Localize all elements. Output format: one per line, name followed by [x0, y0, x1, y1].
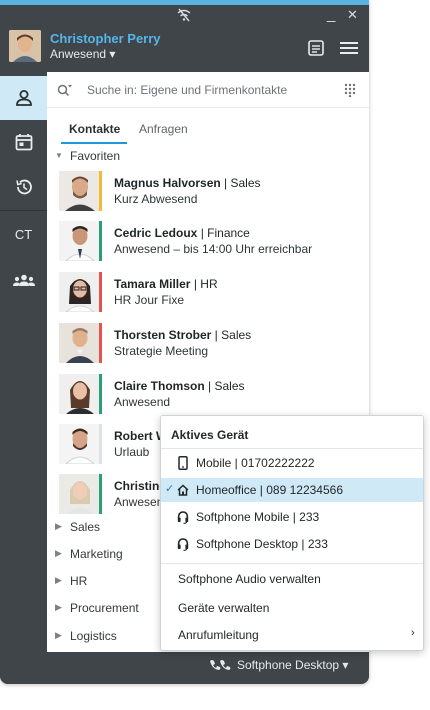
presence-bar — [99, 221, 102, 261]
manage-softphone-audio-item[interactable]: Softphone Audio verwalten — [178, 572, 321, 586]
menu-divider — [161, 563, 423, 564]
headset-icon — [177, 538, 189, 551]
notes-icon[interactable] — [307, 39, 325, 57]
tab-requests[interactable]: Anfragen — [139, 122, 188, 136]
device-label: Softphone Mobile | 233 — [196, 510, 320, 524]
submenu-arrow-icon: › — [411, 627, 415, 639]
contact-name: Christine — [114, 479, 167, 493]
device-menu-title: Aktives Gerät — [171, 428, 249, 442]
contact-status: Anwesend — [114, 395, 171, 409]
contact-status: Kurz Abwesend — [114, 192, 198, 206]
dialpad-icon[interactable] — [344, 83, 356, 97]
contact-name: Tamara Miller | HR — [114, 277, 218, 291]
contact-photo — [59, 374, 101, 414]
check-icon: ✓ — [165, 483, 175, 495]
device-label: Softphone Desktop | 233 — [196, 537, 328, 551]
device-menu: Aktives Gerät Mobile | 01702222222 ✓ Hom… — [160, 415, 424, 651]
call-forwarding-item[interactable]: Anrufumleitung — [178, 628, 259, 642]
rail-divider — [0, 210, 47, 211]
mobile-phone-icon — [178, 456, 188, 470]
device-label: Homeoffice | 089 12234566 — [196, 483, 344, 497]
contact-name: Cedric Ledoux | Finance — [114, 226, 250, 240]
presence-bar — [99, 374, 102, 414]
title-accent-stripe — [0, 0, 369, 5]
minimize-button[interactable]: _ — [327, 6, 335, 23]
calendar-icon — [15, 134, 32, 151]
rail-item-history[interactable] — [0, 165, 47, 209]
contact-photo — [59, 171, 101, 211]
group-label: HR — [70, 574, 88, 588]
history-icon — [15, 179, 32, 195]
chevron-right-icon: ▶ — [55, 521, 62, 531]
contact-name: Thorsten Strober | Sales — [114, 328, 252, 342]
headset-icon — [177, 511, 189, 524]
presence-bar — [99, 272, 102, 312]
contact-name: Magnus Halvorsen | Sales — [114, 176, 261, 190]
navigation-rail: CT — [0, 72, 47, 652]
search-input[interactable]: Suche in: Eigene und Firmenkontakte — [87, 83, 287, 97]
contact-photo — [59, 474, 101, 514]
presence-bar — [99, 323, 102, 363]
contact-status: Anwesen — [114, 495, 164, 509]
active-device-button[interactable]: Softphone Desktop ▾ — [209, 658, 348, 672]
chevron-right-icon: ▶ — [55, 602, 62, 612]
menu-divider — [161, 448, 423, 449]
group-icon — [12, 274, 35, 286]
chevron-right-icon: ▶ — [55, 548, 62, 558]
contact-row[interactable]: Cedric Ledoux | Finance Anwesend – bis 1… — [47, 219, 369, 269]
device-item-softphone-mobile[interactable]: Softphone Mobile | 233 — [161, 505, 423, 529]
active-tab-indicator — [61, 142, 127, 144]
rail-item-ct-label: CT — [14, 226, 33, 242]
presence-bar — [99, 474, 102, 514]
group-favorites[interactable]: ▼ Favoriten — [47, 148, 369, 168]
contact-photo — [59, 424, 101, 464]
contact-row[interactable]: Tamara Miller | HR HR Jour Fixe — [47, 270, 369, 320]
contact-row[interactable]: Thorsten Strober | Sales Strategie Meeti… — [47, 321, 369, 371]
contact-status: Anwesend – bis 14:00 Uhr erreichbar — [114, 242, 313, 256]
device-label: Mobile | 01702222222 — [196, 456, 315, 470]
user-name: Christopher Perry — [50, 31, 161, 46]
home-icon — [177, 484, 189, 496]
user-avatar[interactable] — [9, 30, 41, 62]
tab-contacts[interactable]: Kontakte — [69, 122, 120, 136]
menu-icon[interactable] — [340, 41, 358, 55]
group-label: Procurement — [70, 601, 139, 615]
group-label: Logistics — [70, 629, 117, 643]
manage-devices-item[interactable]: Geräte verwalten — [178, 601, 269, 615]
chevron-down-icon: ▼ — [55, 151, 63, 160]
person-icon — [15, 90, 32, 106]
presence-bar — [99, 424, 102, 464]
chevron-right-icon: ▶ — [55, 630, 62, 640]
contact-status: HR Jour Fixe — [114, 293, 185, 307]
user-presence-dropdown[interactable]: Anwesend ▾ — [50, 47, 115, 61]
contact-photo — [59, 323, 101, 363]
group-label: Marketing — [70, 547, 123, 561]
active-device-label: Softphone Desktop ▾ — [237, 658, 349, 672]
rail-item-calendar[interactable] — [0, 120, 47, 164]
contact-name: Claire Thomson | Sales — [114, 379, 245, 393]
connection-off-icon — [177, 8, 191, 22]
search-bar[interactable]: Suche in: Eigene und Firmenkontakte — [47, 72, 369, 108]
device-switch-icon — [210, 660, 231, 670]
search-filter-icon[interactable] — [57, 83, 73, 97]
contact-row[interactable]: Magnus Halvorsen | Sales Kurz Abwesend — [47, 169, 369, 219]
rail-item-groups[interactable] — [0, 259, 47, 303]
presence-bar — [99, 171, 102, 211]
contact-status: Urlaub — [114, 445, 150, 459]
group-label: Favoriten — [70, 149, 121, 163]
device-item-mobile[interactable]: Mobile | 01702222222 — [161, 451, 423, 475]
device-item-homeoffice[interactable]: ✓ Homeoffice | 089 12234566 — [161, 478, 423, 502]
device-item-softphone-desktop[interactable]: Softphone Desktop | 233 — [161, 532, 423, 556]
chevron-right-icon: ▶ — [55, 575, 62, 585]
rail-item-ct[interactable]: CT — [0, 212, 47, 256]
rail-item-contacts[interactable] — [0, 76, 47, 120]
contact-status: Strategie Meeting — [114, 344, 209, 358]
contact-photo — [59, 272, 101, 312]
contact-photo — [59, 221, 101, 261]
close-button[interactable]: ✕ — [347, 7, 358, 23]
group-label: Sales — [70, 520, 101, 534]
